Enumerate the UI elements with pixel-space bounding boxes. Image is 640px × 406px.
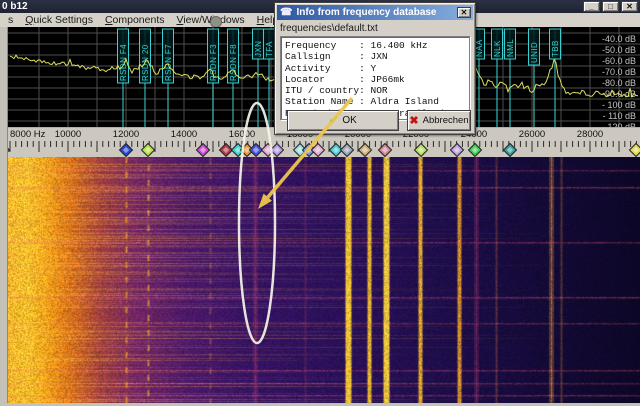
close-button[interactable]: ✕ [621,1,638,12]
freq-tick-label: 16000 [229,129,255,140]
ok-label: OK [342,115,356,126]
station-marker-rsdn-20[interactable]: RSDN 20 [140,29,151,83]
station-marker-rsdn-f8[interactable]: RSDN F8 [228,29,239,83]
freq-tick-label: 28000 [577,129,603,140]
svg-text:TBB: TBB [551,40,560,57]
waterfall-display[interactable] [8,157,640,403]
db-scale-label: - 100 dB [602,100,636,110]
dialog-buttons: ✔ OK ✖ Abbrechen [275,110,475,131]
station-marker-unid[interactable]: UNID [529,29,540,65]
station-marker-rsdn-f7[interactable]: RSDN F7 [163,29,174,83]
station-marker-tfa[interactable]: TFA [264,29,275,59]
info-dialog: ☎ Info from frequency database ✕ frequen… [274,2,476,135]
window-title: 0 b12 [2,0,28,13]
dialog-close-icon[interactable]: ✕ [457,7,471,18]
freq-tick-label: 14000 [171,129,197,140]
left-frame-strip [0,27,8,406]
svg-text:UNID: UNID [530,42,539,63]
svg-text:NML: NML [506,39,515,57]
check-icon: ✔ [329,114,338,127]
freq-tick-label: 10000 [55,129,81,140]
station-marker-nlk[interactable]: NLK [492,29,503,59]
station-info-panel: Frequency : 16.400 kHzCallsign : JXNActi… [280,36,470,120]
station-marker-tbb[interactable]: TBB [550,29,561,59]
spectrum-lab-window: 0 b12 _ □ ✕ s Quick SettingsComponentsVi… [0,0,640,406]
menu-item-clipped[interactable]: s [2,14,19,26]
station-marker-jxn[interactable]: JXN [253,29,264,59]
svg-text:TFA: TFA [265,41,274,57]
db-scale-label: -60.0 dB [602,56,636,66]
cross-icon: ✖ [409,114,418,127]
dialog-title: Info from frequency database [296,5,436,20]
menu-items: s Quick SettingsComponentsView/WindowsHe… [2,13,284,27]
db-scale-label: -70.0 dB [602,67,636,77]
ok-button[interactable]: ✔ OK [287,110,399,131]
station-marker-rsdn-f4[interactable]: RSDN F4 [118,29,129,83]
db-scale-label: -40.0 dB [602,34,636,44]
cancel-button[interactable]: ✖ Abbrechen [407,110,471,131]
db-scale-label: - 110 dB [603,111,636,121]
database-file-label: frequencies\default.txt [275,22,475,36]
db-scale-label: -50.0 dB [602,45,636,55]
freq-tick-label: 26000 [519,129,545,140]
dialog-phone-icon: ☎ [280,5,292,20]
menu-item-quick-settings[interactable]: Quick Settings [19,14,99,26]
minimize-button[interactable]: _ [583,1,600,12]
station-marker-nml[interactable]: NML [505,29,516,59]
info-line: Frequency : 16.400 kHz [285,40,469,51]
svg-text:NAA: NAA [475,39,484,57]
cancel-label: Abbrechen [423,115,469,126]
dialog-titlebar[interactable]: ☎ Info from frequency database ✕ [277,5,473,20]
restore-button[interactable]: □ [602,1,619,12]
info-line: Activity : Y [285,63,469,74]
svg-text:NLK: NLK [493,40,502,57]
info-line: Locator : JP66mk [285,74,469,85]
info-line: Callsign : JXN [285,51,469,62]
svg-text:JXN: JXN [254,41,263,57]
menu-item-components[interactable]: Components [99,14,171,26]
info-line: ITU / country: NOR [285,85,469,96]
freq-tick-label: 12000 [113,129,139,140]
window-controls: _ □ ✕ [583,1,638,12]
info-line: Station Name : Aldra Island [285,96,469,107]
freq-tick-label: 8000 Hz [10,129,46,140]
db-scale-label: -80.0 dB [602,78,636,88]
svg-text:RSDN F7: RSDN F7 [164,44,173,81]
